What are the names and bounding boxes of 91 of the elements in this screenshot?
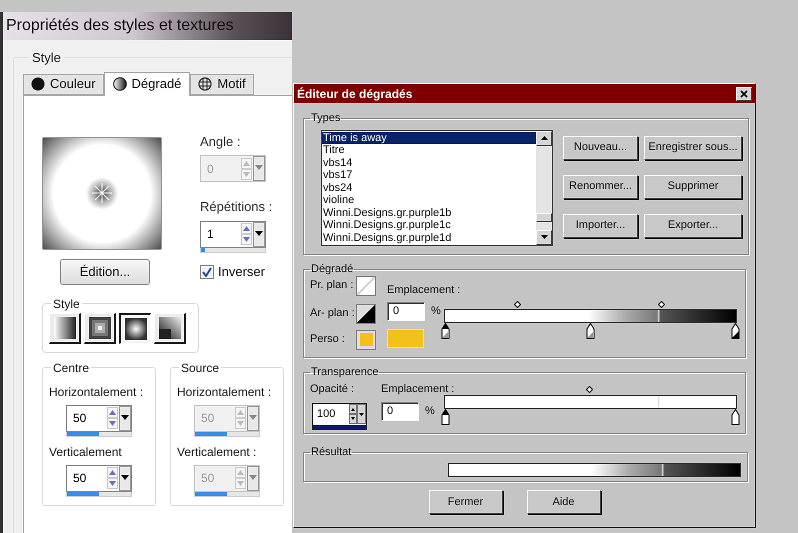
opacity-stop-icon[interactable] (441, 408, 450, 424)
list-item[interactable]: Winni.Designs.gr.purple1b (322, 206, 536, 219)
foreground-swatch[interactable] (356, 276, 376, 296)
group-label: Dégradé (310, 262, 354, 277)
background-swatch[interactable] (356, 304, 376, 324)
tab[interactable]: Couleur (23, 74, 104, 94)
group-label: Style (52, 296, 81, 312)
field-label: Répétitions : (200, 198, 272, 216)
close-button[interactable] (736, 86, 752, 100)
close-icon (740, 90, 748, 98)
corner-gradient-icon (158, 316, 180, 338)
custom-color-preview (387, 329, 424, 348)
midpoint-icon[interactable] (586, 386, 593, 392)
window-title: Propriétés des styles et textures (3, 12, 292, 40)
dialog-title: Éditeur de dégradés (297, 86, 412, 102)
field-label: Ar- plan : (310, 306, 355, 322)
unit-label: % (425, 404, 435, 420)
field-label: Pr. plan : (310, 278, 354, 294)
edit-button[interactable]: Édition... (60, 258, 150, 284)
field-label: Verticalement : (177, 444, 258, 460)
custom-color-swatch[interactable] (356, 330, 376, 350)
group-label: Style (31, 49, 62, 67)
field-label: Verticalement (49, 444, 123, 460)
list-item[interactable]: vbs24 (322, 182, 536, 194)
slider-track[interactable] (194, 432, 260, 436)
slider-track[interactable] (66, 492, 132, 496)
input-field[interactable]: 0 (387, 302, 425, 321)
up-arrow-icon[interactable] (540, 136, 548, 140)
list-item[interactable]: vbs17 (322, 169, 536, 182)
group-label: Source (180, 360, 220, 376)
opacity-bar[interactable] (444, 394, 737, 408)
caret-icon[interactable] (253, 222, 265, 246)
group-label: Types (310, 111, 342, 126)
dialog-button[interactable]: Enregistrer sous... (644, 136, 742, 160)
crosshair-icon[interactable] (91, 182, 113, 204)
color-stop-icon[interactable] (586, 322, 595, 338)
scrollbar[interactable] (536, 130, 552, 244)
dialog-button[interactable]: Renommer... (563, 174, 638, 198)
caret-icon[interactable] (119, 406, 131, 430)
spin-field[interactable]: 50 (66, 464, 132, 492)
spin-arrows-icon[interactable] (349, 404, 357, 424)
field-label: Emplacement : (387, 282, 460, 298)
dialog-button[interactable]: Exporter... (644, 214, 742, 238)
group-label: Résultat (310, 445, 352, 460)
linear-gradient-icon (54, 316, 76, 338)
square-gradient-icon (88, 316, 110, 338)
list-item[interactable]: Time is away (322, 132, 536, 144)
group-label: Transparence (310, 365, 380, 380)
grid-globe-icon (198, 77, 212, 91)
slider-track[interactable] (194, 492, 260, 496)
color-stop-icon[interactable] (731, 322, 740, 338)
list-item[interactable]: violine (322, 194, 536, 206)
slider-track[interactable] (66, 432, 132, 436)
list-item[interactable]: vbs14 (322, 156, 536, 169)
spin-field[interactable]: 1 (200, 220, 266, 248)
down-arrow-icon[interactable] (540, 235, 548, 239)
checkbox[interactable] (200, 264, 214, 278)
field-label: Emplacement : (381, 382, 454, 396)
field-label: Angle : (200, 132, 242, 151)
slider-track[interactable] (200, 248, 266, 252)
field-label: Opacité : (310, 382, 356, 396)
style-option-button[interactable] (119, 312, 151, 344)
dialog-button[interactable]: Nouveau... (563, 136, 638, 160)
tab[interactable]: Dégradé (104, 72, 190, 96)
checkbox-label: Inverser (218, 262, 265, 281)
input-field[interactable]: 0 (381, 402, 419, 421)
list-item[interactable]: Winni.Designs.gr.purple1d (322, 232, 536, 244)
dialog-button[interactable]: Importer... (563, 214, 638, 238)
caret-icon[interactable] (119, 466, 131, 490)
field-label: Horizontalement : (49, 384, 144, 400)
list-item[interactable]: Titre (322, 144, 536, 156)
dialog-button[interactable]: Fermer (428, 490, 502, 514)
dialog-button[interactable]: Supprimer (644, 174, 742, 198)
tab[interactable]: Motif (190, 74, 254, 94)
unit-label: % (431, 304, 441, 320)
opacity-stop-icon[interactable] (731, 408, 740, 424)
group-label: Centre (52, 360, 90, 376)
list-item[interactable]: Winni.Designs.gr.purple1c (322, 219, 536, 232)
opacity-spin-field[interactable]: 100 (312, 403, 367, 430)
scrollbar-thumb[interactable] (536, 212, 552, 222)
dialog-button[interactable]: Aide (526, 490, 600, 514)
gradient-bar[interactable] (444, 308, 737, 322)
color-stop-icon[interactable] (441, 322, 450, 338)
caret-icon[interactable] (357, 404, 366, 424)
gradient-circle-icon (112, 77, 127, 91)
field-label: Horizontalement : (177, 384, 272, 400)
check-icon (202, 266, 212, 276)
field-label: Perso : (310, 332, 345, 348)
circle-icon (31, 77, 45, 91)
radial-gradient-icon (124, 318, 146, 340)
spin-field[interactable]: 50 (66, 404, 132, 432)
